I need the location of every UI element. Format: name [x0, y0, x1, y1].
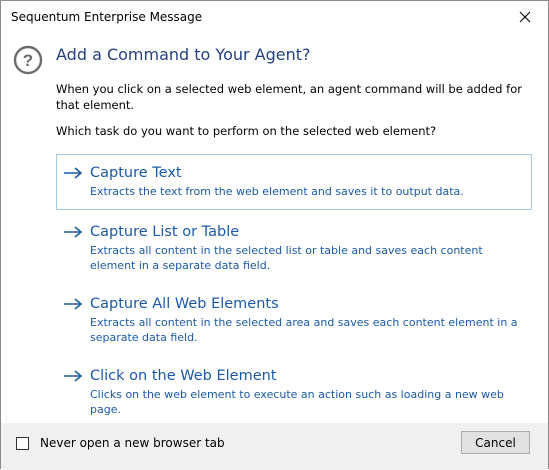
window-title: Sequentum Enterprise Message: [11, 10, 203, 24]
command-description: Extracts all content in the selected are…: [90, 316, 518, 344]
intro-text: When you click on a selected web element…: [56, 82, 522, 112]
title-bar: Sequentum Enterprise Message: [1, 1, 548, 33]
arrow-right-icon: [64, 167, 83, 179]
question-text: Which task do you want to perform on the…: [56, 124, 437, 138]
arrow-right-icon: [64, 298, 83, 310]
command-click-web-element[interactable]: Click on the Web Element Clicks on the w…: [56, 357, 532, 416]
arrow-right-icon: [64, 226, 83, 238]
message-dialog: Sequentum Enterprise Message ? Add a Com…: [0, 0, 549, 470]
close-button[interactable]: [502, 1, 548, 33]
command-description: Clicks on the web element to execute an …: [90, 388, 504, 416]
dialog-heading: Add a Command to Your Agent?: [56, 45, 311, 64]
dialog-content: ? Add a Command to Your Agent? When you …: [1, 33, 548, 423]
cancel-button[interactable]: Cancel: [461, 431, 530, 454]
command-title: Click on the Web Element: [90, 368, 277, 384]
question-icon: ?: [13, 45, 43, 75]
never-open-tab-checkbox[interactable]: [16, 437, 29, 450]
command-title: Capture Text: [90, 165, 182, 181]
arrow-right-icon: [64, 370, 83, 382]
checkbox-label: Never open a new browser tab: [40, 436, 225, 450]
svg-text:?: ?: [23, 51, 33, 70]
command-description: Extracts the text from the web element a…: [90, 185, 464, 198]
command-description: Extracts all content in the selected lis…: [90, 244, 483, 272]
command-capture-all-web-elements[interactable]: Capture All Web Elements Extracts all co…: [56, 285, 532, 351]
command-title: Capture List or Table: [90, 224, 240, 240]
command-capture-text[interactable]: Capture Text Extracts the text from the …: [56, 154, 532, 210]
command-capture-list-or-table[interactable]: Capture List or Table Extracts all conte…: [56, 213, 532, 279]
command-title: Capture All Web Elements: [90, 296, 279, 312]
dialog-footer: Never open a new browser tab Cancel: [1, 423, 548, 470]
close-icon: [519, 11, 531, 23]
